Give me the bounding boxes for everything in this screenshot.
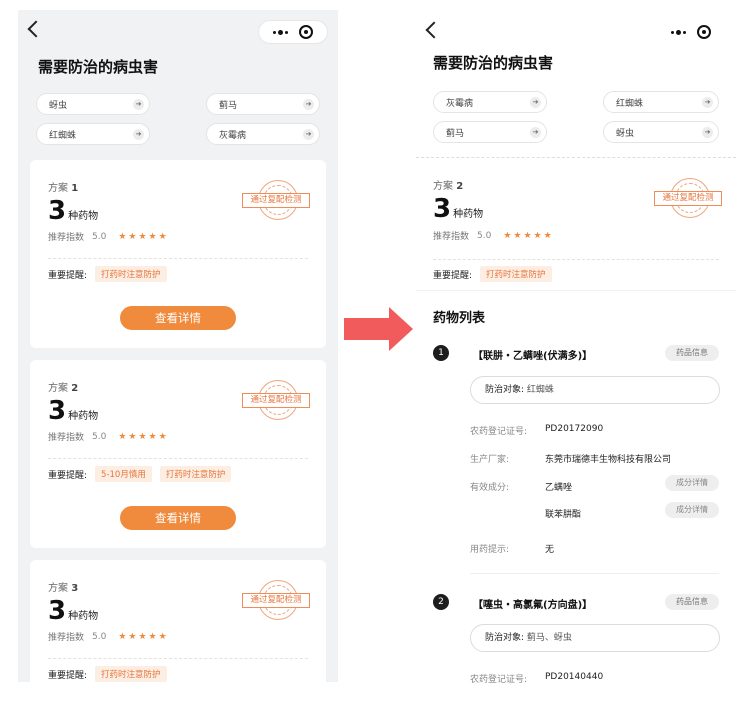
target-icon[interactable] <box>697 25 712 39</box>
arrow-right-icon: ➔ <box>133 99 144 110</box>
back-icon[interactable] <box>425 21 443 39</box>
arrow-right-icon: ➔ <box>303 99 314 110</box>
certified-stamp: 通过复配检测 <box>242 380 310 420</box>
chip-label: 灰霉病 <box>446 98 474 109</box>
chip-label: 灰霉病 <box>219 130 247 141</box>
registration-label: 农药登记证号: <box>470 427 528 437</box>
score-row: 推荐指数 5.0 ★★★★★ <box>48 431 169 444</box>
mini-program-capsule <box>258 20 328 44</box>
registration-number: PD20140440 <box>545 672 604 682</box>
reminder-tag: 打药时注意防护 <box>95 666 167 682</box>
arrow-right-icon: ➔ <box>303 129 314 140</box>
view-detail-button[interactable]: 查看详情 <box>120 306 236 330</box>
pest-chip[interactable]: 灰霉病 ➔ <box>433 91 547 113</box>
chip-label: 蓟马 <box>219 100 238 111</box>
medicine-info-button[interactable]: 药品信息 <box>665 345 719 361</box>
pest-chip[interactable]: 蚜虫 ➔ <box>603 121 719 143</box>
medicine-info-button[interactable]: 药品信息 <box>665 594 719 610</box>
certified-stamp: 通过复配检测 <box>654 178 722 218</box>
more-dots-icon[interactable] <box>670 29 686 35</box>
chip-label: 蓟马 <box>446 128 465 139</box>
score-row: 推荐指数 5.0 ★★★★★ <box>433 230 554 243</box>
plan-label: 方案 2 <box>48 383 79 394</box>
target-icon[interactable] <box>299 25 314 39</box>
nav-bar <box>18 10 338 50</box>
plan-card[interactable]: 方案 2 3 种药物 推荐指数 5.0 ★★★★★ 通过复配检测 重要提醒: 5-10月… <box>30 360 326 548</box>
ingredient-label: 有效成分: <box>470 483 510 493</box>
page-title: 需要防治的病虫害 <box>433 54 554 72</box>
drug-count: 3 种药物 <box>433 194 484 224</box>
plan-label: 方案 1 <box>48 183 79 194</box>
star-rating: ★★★★★ <box>503 230 554 241</box>
transition-arrow-icon <box>389 307 413 351</box>
reminder-tag: 打药时注意防护 <box>480 266 552 282</box>
certified-stamp: 通过复配检测 <box>242 180 310 220</box>
more-dots-icon[interactable] <box>272 29 288 35</box>
arrow-right-icon: ➔ <box>702 97 713 108</box>
pest-chip[interactable]: 红蜘蛛 ➔ <box>603 91 719 113</box>
tip-value: 无 <box>545 545 555 555</box>
arrow-right-icon: ➔ <box>530 127 541 138</box>
plan-label: 方案 2 <box>433 181 464 192</box>
tip-label: 用药提示: <box>470 545 510 555</box>
target-pests-field: 防治对象: 蓟马、蚜虫 <box>470 624 720 652</box>
view-detail-button[interactable]: 查看详情 <box>120 506 236 530</box>
pest-chip[interactable]: 蚜虫 ➔ <box>36 93 150 115</box>
score-row: 推荐指数 5.0 ★★★★★ <box>48 231 169 244</box>
ingredient-value: 乙螨唑 <box>545 483 573 493</box>
target-pests-field: 防治对象: 红蜘蛛 <box>470 376 720 404</box>
arrow-right-icon: ➔ <box>133 129 144 140</box>
reminder-row: 重要提醒: 打药时注意防护 <box>48 666 167 682</box>
pest-chip[interactable]: 蓟马 ➔ <box>206 93 320 115</box>
right-phone-screen: 需要防治的病虫害 灰霉病 ➔ 红蜘蛛 ➔ 蓟马 ➔ 蚜虫 ➔ 方案 2 3 种药物… <box>416 10 736 700</box>
medicine-name: 【联肼・乙螨唑(伏满多)】 <box>473 351 593 362</box>
pest-chip[interactable]: 红蜘蛛 ➔ <box>36 123 150 145</box>
ingredient-detail-button[interactable]: 成分详情 <box>665 502 719 518</box>
star-rating: ★★★★★ <box>118 431 169 442</box>
drug-count: 3 种药物 <box>48 196 99 226</box>
reminder-tag: 5-10月慎用 <box>95 466 152 482</box>
manufacturer-value: 东莞市瑞德丰生物科技有限公司 <box>545 455 672 465</box>
transition-arrow-shaft <box>344 318 390 340</box>
arrow-right-icon: ➔ <box>530 97 541 108</box>
reminder-tag: 打药时注意防护 <box>159 466 232 482</box>
score-row: 推荐指数 5.0 ★★★★★ <box>48 631 169 644</box>
chip-label: 红蜘蛛 <box>49 130 77 141</box>
reminder-tag: 打药时注意防护 <box>95 266 167 282</box>
drug-count: 3 种药物 <box>48 396 99 426</box>
star-rating: ★★★★★ <box>118 631 169 642</box>
pest-chip[interactable]: 灰霉病 ➔ <box>206 123 320 145</box>
reminder-row: 重要提醒: 打药时注意防护 <box>48 266 167 282</box>
page-title: 需要防治的病虫害 <box>38 58 159 76</box>
chip-label: 蚜虫 <box>49 100 68 111</box>
medicine-list-title: 药物列表 <box>433 311 486 326</box>
plan-label: 方案 3 <box>48 583 79 594</box>
nav-bar <box>416 10 736 50</box>
ingredient-detail-button[interactable]: 成分详情 <box>665 475 719 491</box>
certified-stamp: 通过复配检测 <box>242 580 310 620</box>
reminder-row: 重要提醒: 5-10月慎用 打药时注意防护 <box>48 466 232 482</box>
star-rating: ★★★★★ <box>118 231 169 242</box>
chip-label: 红蜘蛛 <box>616 98 644 109</box>
back-icon[interactable] <box>27 20 45 38</box>
manufacturer-label: 生产厂家: <box>470 455 510 465</box>
reminder-row: 重要提醒: 打药时注意防护 <box>433 266 552 282</box>
pest-chip[interactable]: 蓟马 ➔ <box>433 121 547 143</box>
ingredient-value: 联苯肼酯 <box>545 510 582 520</box>
medicine-name: 【噻虫・高氯氟(方向盘)】 <box>473 600 593 611</box>
plan-card[interactable]: 方案 3 3 种药物 推荐指数 5.0 ★★★★★ 通过复配检测 重要提醒: 打药时注意… <box>30 560 326 682</box>
medicine-index: 1 <box>433 345 449 361</box>
arrow-right-icon: ➔ <box>702 127 713 138</box>
drug-count: 3 种药物 <box>48 596 99 626</box>
left-phone-screen: 需要防治的病虫害 蚜虫 ➔ 蓟马 ➔ 红蜘蛛 ➔ 灰霉病 ➔ 方案 1 3 种药物… <box>18 10 338 682</box>
registration-number: PD20172090 <box>545 424 604 434</box>
mini-program-capsule <box>656 20 726 44</box>
chip-label: 蚜虫 <box>616 128 635 139</box>
registration-label: 农药登记证号: <box>470 675 528 685</box>
medicine-index: 2 <box>433 594 449 610</box>
plan-card[interactable]: 方案 1 3 种药物 推荐指数 5.0 ★★★★★ 通过复配检测 重要提醒: 打药时注意… <box>30 160 326 348</box>
